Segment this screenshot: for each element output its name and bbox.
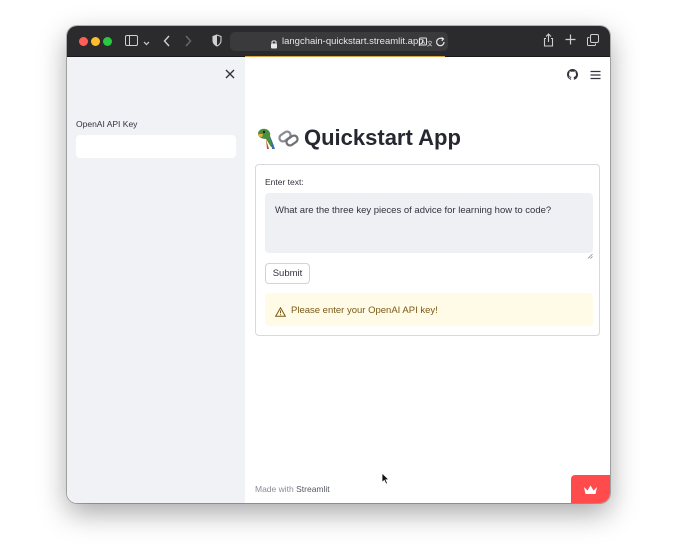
warning-icon — [274, 304, 287, 322]
page-title-text: Quickstart App — [304, 125, 461, 150]
chevron-down-icon[interactable] — [143, 36, 150, 50]
streamlit-link[interactable]: Streamlit — [296, 484, 330, 494]
reload-icon[interactable] — [435, 35, 446, 53]
footer-prefix: Made with — [255, 484, 297, 494]
warning-alert: Please enter your OpenAI API key! — [265, 293, 593, 326]
crown-icon — [583, 483, 598, 501]
close-sidebar-icon[interactable] — [225, 66, 235, 84]
reader-icon[interactable]: A文 — [419, 35, 433, 53]
share-icon[interactable] — [543, 33, 554, 50]
input-form: Enter text: What are the three key piece… — [255, 164, 600, 336]
api-key-label: OpenAI API Key — [76, 119, 138, 129]
lock-icon — [270, 36, 278, 54]
footer: Made with Streamlit — [255, 484, 330, 494]
chevron-right-icon[interactable] — [184, 35, 192, 50]
hamburger-menu-icon[interactable] — [590, 67, 601, 85]
plus-icon[interactable] — [565, 34, 576, 48]
chevron-left-icon[interactable] — [163, 35, 171, 50]
url-text: langchain-quickstart.streamlit.app — [282, 36, 424, 47]
alert-text: Please enter your OpenAI API key! — [291, 305, 438, 316]
prompt-textarea[interactable]: What are the three key pieces of advice … — [265, 193, 593, 253]
main-content: Quickstart App Enter text: What are the … — [245, 57, 610, 503]
github-icon[interactable] — [567, 67, 578, 85]
parrot-link-emoji — [255, 125, 301, 151]
svg-text:文: 文 — [427, 40, 432, 48]
resize-handle-icon[interactable] — [587, 246, 593, 264]
minimize-window-button[interactable] — [91, 37, 100, 46]
zoom-window-button[interactable] — [103, 37, 112, 46]
close-window-button[interactable] — [79, 37, 88, 46]
api-key-input[interactable] — [76, 135, 236, 158]
mouse-cursor-icon — [381, 472, 390, 490]
browser-window: langchain-quickstart.streamlit.app A文 Op… — [67, 26, 610, 503]
shield-icon[interactable] — [212, 34, 222, 50]
svg-text:A: A — [421, 40, 425, 46]
parrot-link-icon — [258, 128, 299, 149]
submit-button[interactable]: Submit — [265, 263, 310, 284]
sidebar: OpenAI API Key — [67, 57, 245, 503]
tabs-icon[interactable] — [587, 34, 599, 49]
streamlit-badge-button[interactable] — [571, 475, 610, 503]
enter-text-label: Enter text: — [265, 177, 304, 187]
address-bar[interactable]: langchain-quickstart.streamlit.app A文 — [230, 32, 448, 51]
page-title: Quickstart App — [255, 125, 461, 151]
sidebar-toggle-icon[interactable] — [125, 35, 138, 49]
browser-titlebar: langchain-quickstart.streamlit.app A文 — [67, 26, 610, 57]
